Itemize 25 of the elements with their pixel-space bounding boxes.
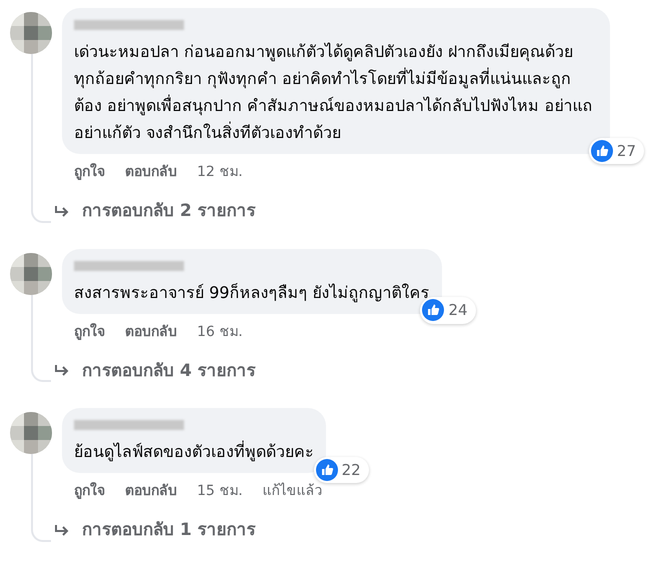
like-icon <box>316 458 338 481</box>
like-link[interactable]: ถูกใจ <box>74 162 105 183</box>
reply-link[interactable]: ตอบกลับ <box>125 162 177 183</box>
reaction-count[interactable]: 24 <box>420 297 476 324</box>
timestamp[interactable]: 16 ชม. <box>197 322 243 342</box>
reply-link[interactable]: ตอบกลับ <box>125 322 177 342</box>
reply-arrow-icon <box>54 364 70 378</box>
reply-arrow-icon <box>54 204 70 219</box>
view-replies-link[interactable]: การตอบกลับ 1 รายการ <box>50 502 335 556</box>
comment-text: ย้อนดูไลฟ์สดของตัวเองที่พูดด้วยคะ <box>74 440 314 464</box>
like-icon <box>590 140 613 162</box>
reaction-count[interactable]: 22 <box>314 456 369 483</box>
timestamp[interactable]: 15 ชม. <box>197 481 243 502</box>
reply-arrow-icon <box>54 524 70 538</box>
edited-label: แก้ไขแล้ว <box>262 482 323 501</box>
reply-link[interactable]: ตอบกลับ <box>125 481 177 502</box>
avatar <box>10 252 52 294</box>
reaction-count[interactable]: 27 <box>588 138 644 164</box>
avatar <box>10 12 52 54</box>
avatar <box>10 412 52 454</box>
view-replies-link[interactable]: การตอบกลับ 4 รายการ <box>50 342 442 396</box>
timestamp[interactable]: 12 ชม. <box>197 162 243 183</box>
like-link[interactable]: ถูกใจ <box>74 322 105 342</box>
like-link[interactable]: ถูกใจ <box>74 481 105 502</box>
view-replies-link[interactable]: การตอบกลับ 2 รายการ <box>50 183 610 236</box>
